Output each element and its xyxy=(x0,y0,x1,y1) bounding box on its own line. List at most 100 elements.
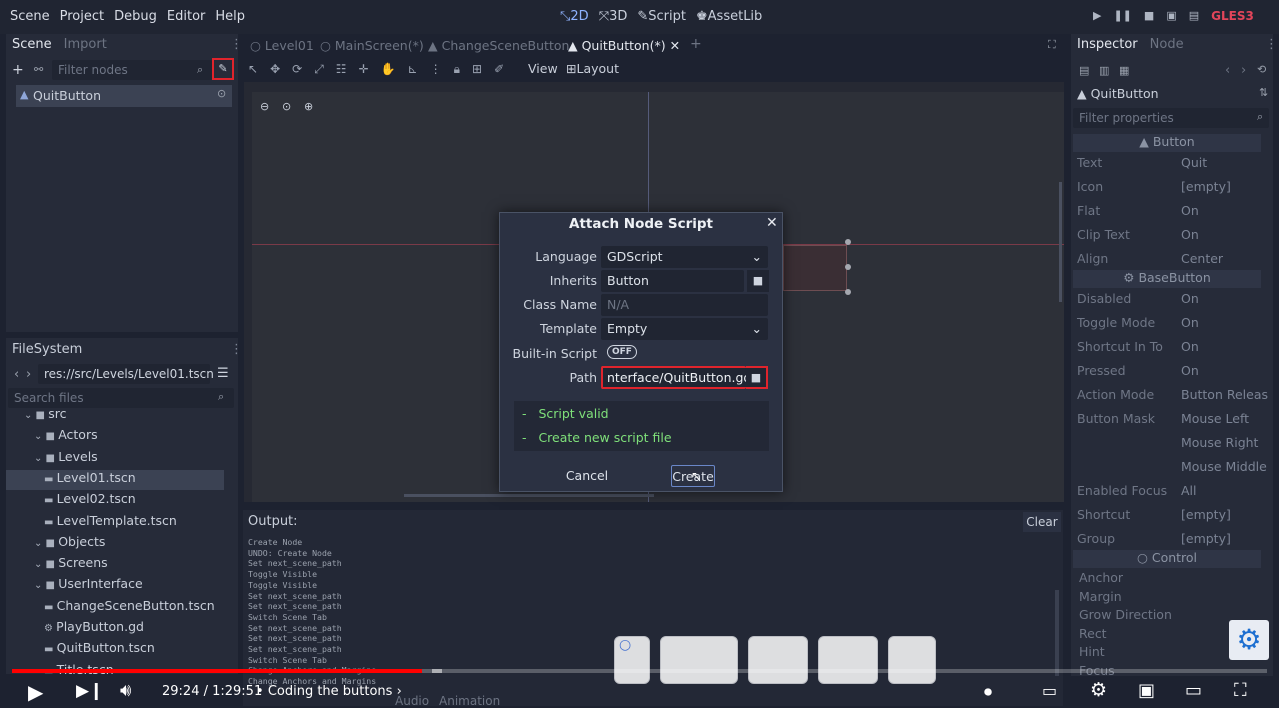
play-icon[interactable]: ▶ xyxy=(1093,9,1101,23)
cancel-button[interactable]: Cancel xyxy=(564,465,610,487)
quit-button-node[interactable] xyxy=(783,245,847,291)
workspace-script[interactable]: ✎Script xyxy=(637,9,686,24)
list-select-icon[interactable]: ☷ xyxy=(336,62,347,77)
section-button[interactable]: ▲ Button xyxy=(1073,134,1261,152)
filesystem-item[interactable]: ⚙ PlayButton.gd xyxy=(6,619,224,639)
filesystem-item[interactable]: ⌄ ■ UserInterface xyxy=(6,576,224,596)
filesystem-item[interactable]: ⌄ ■ Screens xyxy=(6,555,224,575)
ruler-icon[interactable]: ⊾ xyxy=(408,62,418,77)
inherits-field[interactable]: Button xyxy=(601,270,744,292)
attach-script-button[interactable]: ✎ xyxy=(212,58,234,80)
miniplayer-icon[interactable]: ▣ xyxy=(1138,680,1155,701)
menu-debug[interactable]: Debug xyxy=(114,9,157,24)
stop-icon[interactable]: ■ xyxy=(1144,9,1154,23)
rotate-tool-icon[interactable]: ⟳ xyxy=(292,62,302,77)
property-group[interactable]: Margin xyxy=(1079,589,1259,604)
chapter-title[interactable]: • Coding the buttons › xyxy=(256,684,402,699)
tab-scene[interactable]: Scene xyxy=(12,37,52,52)
property-row[interactable]: Disabled On xyxy=(1077,291,1267,311)
language-select[interactable]: GDScript ⌄ xyxy=(601,246,768,268)
section-basebutton[interactable]: ⚙ BaseButton xyxy=(1073,270,1261,288)
tab-changescenebutton[interactable]: ▲ ChangeSceneButton xyxy=(428,38,569,53)
output-scrollbar[interactable] xyxy=(1055,590,1059,676)
play-custom-icon[interactable]: ▤ xyxy=(1189,9,1199,23)
lock-icon[interactable]: 🔒︎ xyxy=(454,62,460,77)
new-resource-icon[interactable]: ▤ xyxy=(1079,64,1089,77)
tab-quitbutton[interactable]: ▲ QuitButton(*) ✕ xyxy=(568,38,680,53)
filter-properties-input[interactable]: Filter properties xyxy=(1073,108,1269,128)
bone-icon[interactable]: ✐ xyxy=(494,62,504,77)
property-row[interactable]: Action Mode Button Releas xyxy=(1077,387,1268,407)
pan-tool-icon[interactable]: ✋ xyxy=(381,62,396,77)
filesystem-menu-icon[interactable]: ⋮ xyxy=(230,342,238,357)
menu-project[interactable]: Project xyxy=(60,9,104,24)
zoom-reset-icon[interactable]: ⊙ xyxy=(282,100,291,113)
settings-gear-icon[interactable]: ⚙ xyxy=(1090,679,1107,701)
object-menu-icon[interactable]: ⇅ xyxy=(1259,86,1268,99)
renderer-label[interactable]: GLES3 xyxy=(1211,9,1254,23)
history-icon[interactable]: ⟲ xyxy=(1257,63,1266,76)
filter-nodes-input[interactable]: Filter nodes xyxy=(52,60,212,80)
filesystem-item[interactable]: ▬ QuitButton.tscn xyxy=(6,640,224,660)
clear-button[interactable]: Clear xyxy=(1023,512,1061,532)
save-resource-icon[interactable]: ▦ xyxy=(1119,64,1129,77)
viewport-scrollbar-v[interactable] xyxy=(1059,182,1062,302)
layout-menu[interactable]: ⊞Layout xyxy=(566,61,619,76)
resize-handle[interactable] xyxy=(845,289,851,295)
filesystem-item[interactable]: ⌄ ■ Objects xyxy=(6,534,224,554)
property-row[interactable]: Pressed On xyxy=(1077,363,1267,383)
distraction-free-icon[interactable]: ⛶ xyxy=(1048,38,1056,52)
tab-import[interactable]: Import xyxy=(64,37,107,52)
path-input[interactable]: nterface/QuitButton.gd xyxy=(601,366,746,389)
view-toggle-icon[interactable]: ☰ xyxy=(217,366,229,381)
pivot-icon[interactable]: ✛ xyxy=(359,62,369,77)
filesystem-item[interactable]: ▬ Level02.tscn xyxy=(6,491,224,511)
inspector-menu-icon[interactable]: ⋮ xyxy=(1265,37,1273,52)
section-control[interactable]: ○ Control xyxy=(1073,550,1261,568)
filesystem-item[interactable]: ▬ ChangeSceneButton.tscn xyxy=(6,598,224,618)
dock-menu-icon[interactable]: ⋮ xyxy=(230,37,243,52)
forward-icon[interactable]: › xyxy=(26,367,31,382)
pause-icon[interactable]: ❚❚ xyxy=(1113,9,1131,23)
folder-icon[interactable]: ■ xyxy=(746,366,768,389)
autoplay-toggle-icon[interactable]: ⏺ xyxy=(984,682,992,702)
tab-inspector[interactable]: Inspector xyxy=(1077,37,1138,52)
property-row[interactable]: Align Center xyxy=(1077,251,1267,271)
filesystem-item[interactable]: ▬ Level01.tscn xyxy=(6,469,224,490)
menu-editor[interactable]: Editor xyxy=(167,9,205,24)
zoom-in-icon[interactable]: ⊕ xyxy=(304,100,313,113)
play-icon[interactable]: ▶ xyxy=(28,680,43,704)
view-menu[interactable]: View xyxy=(528,61,558,76)
link-icon[interactable]: ⚯ xyxy=(34,63,43,76)
viewport-scrollbar-h[interactable] xyxy=(404,494,654,497)
history-back-icon[interactable]: ‹ xyxy=(1225,63,1230,78)
progress-track[interactable] xyxy=(12,669,1267,673)
zoom-out-icon[interactable]: ⊖ xyxy=(260,100,269,113)
filesystem-item[interactable]: ▬ LevelTemplate.tscn xyxy=(6,513,224,533)
next-icon[interactable]: ▶❙ xyxy=(76,681,103,701)
property-row[interactable]: Shortcut [empty] xyxy=(1077,507,1267,527)
snap-options-icon[interactable]: ⋮ xyxy=(430,62,442,77)
workspace-assetlib[interactable]: ♚AssetLib xyxy=(696,9,762,24)
resize-handle[interactable] xyxy=(845,264,851,270)
property-row[interactable]: Toggle Mode On xyxy=(1077,315,1267,335)
folder-icon[interactable]: ■ xyxy=(747,270,769,292)
resize-handle[interactable] xyxy=(845,239,851,245)
filesystem-item[interactable]: ⌄ ■ Levels xyxy=(6,449,224,469)
filesystem-item[interactable]: ⌄ ■ src xyxy=(6,406,224,426)
close-icon[interactable]: ✕ xyxy=(766,215,778,231)
template-select[interactable]: Empty ⌄ xyxy=(601,318,768,340)
subtitles-icon[interactable]: ▭ xyxy=(1042,681,1057,700)
play-scene-icon[interactable]: ▣ xyxy=(1166,9,1176,23)
select-tool-icon[interactable]: ↖ xyxy=(248,62,258,77)
scale-tool-icon[interactable]: ⤢ xyxy=(314,62,324,77)
volume-icon[interactable]: 🔊︎ xyxy=(120,680,131,701)
menu-scene[interactable]: Scene xyxy=(10,9,50,24)
filesystem-path-input[interactable]: res://src/Levels/Level01.tscn xyxy=(38,364,214,384)
builtin-script-toggle[interactable]: OFF xyxy=(607,345,637,359)
tab-level01[interactable]: ○ Level01 xyxy=(250,38,314,53)
visibility-icon[interactable]: ⊙ xyxy=(217,87,226,100)
property-row[interactable]: Group [empty] xyxy=(1077,531,1267,551)
tree-root-row[interactable]: ▲ QuitButton ⊙ xyxy=(16,85,232,107)
group-icon[interactable]: ⊞ xyxy=(472,62,482,77)
